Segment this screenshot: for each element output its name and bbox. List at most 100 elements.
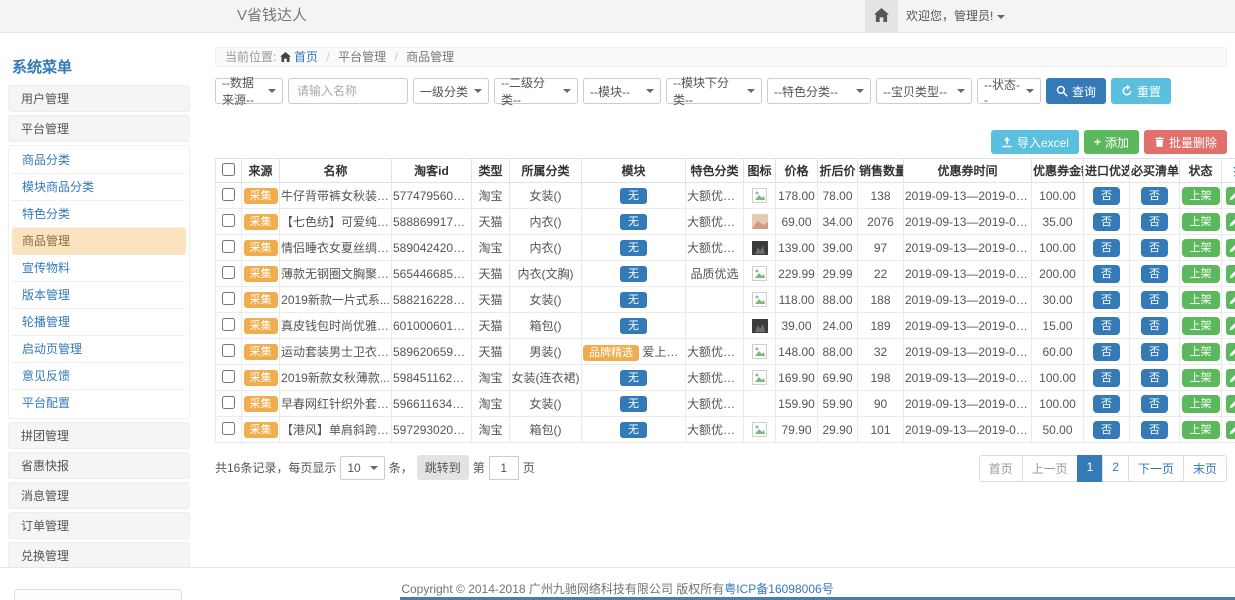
- status-toggle[interactable]: 上架: [1182, 187, 1220, 205]
- must-buy-toggle[interactable]: 否: [1141, 369, 1168, 387]
- status-toggle[interactable]: 上架: [1182, 395, 1220, 413]
- row-checkbox[interactable]: [222, 188, 235, 201]
- sidebar-item-平台管理[interactable]: 平台管理: [8, 115, 190, 142]
- sidebar-item-意见反馈[interactable]: 意见反馈: [12, 363, 186, 390]
- sidebar-item-平台配置[interactable]: 平台配置: [12, 390, 186, 417]
- home-shortcut-button[interactable]: [865, 0, 898, 32]
- page-button-末页[interactable]: 末页: [1183, 455, 1227, 482]
- must-buy-toggle[interactable]: 否: [1141, 239, 1168, 257]
- status-toggle[interactable]: 上架: [1182, 343, 1220, 361]
- row-checkbox[interactable]: [222, 344, 235, 357]
- edit-button[interactable]: [1226, 265, 1235, 283]
- must-buy-toggle[interactable]: 否: [1141, 395, 1168, 413]
- status-select[interactable]: --状态--: [977, 78, 1041, 104]
- level2-category-select[interactable]: --二级分类--: [494, 78, 578, 104]
- sidebar-item-特色分类[interactable]: 特色分类: [12, 201, 186, 228]
- column-header-优惠券金额: 优惠券金额: [1032, 159, 1084, 183]
- item-type-select[interactable]: --宝贝类型--: [876, 78, 972, 104]
- table-row: 采集真皮钱包时尚优雅女士...601000601341天猫箱包()无39.002…: [216, 313, 1235, 339]
- sidebar-item-省惠快报[interactable]: 省惠快报: [8, 452, 190, 479]
- sidebar-item-用户管理[interactable]: 用户管理: [8, 85, 190, 112]
- must-buy-toggle[interactable]: 否: [1141, 317, 1168, 335]
- breadcrumb-home-link[interactable]: 首页: [280, 50, 322, 64]
- page-button-下一页[interactable]: 下一页: [1128, 455, 1184, 482]
- module-select[interactable]: --模块--: [583, 78, 661, 104]
- feature-category-select[interactable]: --特色分类--: [767, 78, 871, 104]
- page-button-2[interactable]: 2: [1102, 455, 1129, 482]
- sidebar-item-订单管理[interactable]: 订单管理: [8, 512, 190, 539]
- sidebar-item-兑换管理[interactable]: 兑换管理: [8, 542, 190, 567]
- import-select-toggle[interactable]: 否: [1093, 369, 1120, 387]
- sidebar-item-拼团管理[interactable]: 拼团管理: [8, 422, 190, 449]
- must-buy-toggle[interactable]: 否: [1141, 187, 1168, 205]
- status-toggle[interactable]: 上架: [1182, 239, 1220, 257]
- jump-to-button[interactable]: 跳转到: [417, 455, 469, 480]
- edit-button[interactable]: [1226, 343, 1235, 361]
- name-search-input[interactable]: [288, 78, 408, 104]
- row-checkbox[interactable]: [222, 318, 235, 331]
- reset-button[interactable]: 重置: [1111, 78, 1171, 104]
- import-select-toggle[interactable]: 否: [1093, 421, 1120, 439]
- import-select-toggle[interactable]: 否: [1093, 317, 1120, 335]
- sidebar-item-消息管理[interactable]: 消息管理: [8, 482, 190, 509]
- must-buy-toggle[interactable]: 否: [1141, 343, 1168, 361]
- must-buy-toggle[interactable]: 否: [1141, 213, 1168, 231]
- edit-button[interactable]: [1226, 395, 1235, 413]
- page-button-1[interactable]: 1: [1077, 455, 1104, 482]
- edit-button[interactable]: [1226, 187, 1235, 205]
- sidebar-item-轮播管理[interactable]: 轮播管理: [12, 309, 186, 336]
- page-number-input[interactable]: [489, 456, 519, 480]
- row-checkbox[interactable]: [222, 396, 235, 409]
- status-toggle[interactable]: 上架: [1182, 421, 1220, 439]
- row-checkbox[interactable]: [222, 422, 235, 435]
- must-buy-toggle[interactable]: 否: [1141, 265, 1168, 283]
- import-select-toggle[interactable]: 否: [1093, 291, 1120, 309]
- import-excel-button[interactable]: 导入excel: [991, 130, 1079, 154]
- import-select-toggle[interactable]: 否: [1093, 343, 1120, 361]
- sidebar-item-商品分类[interactable]: 商品分类: [12, 147, 186, 174]
- status-toggle[interactable]: 上架: [1182, 213, 1220, 231]
- add-button[interactable]: + 添加: [1084, 130, 1139, 154]
- import-select-toggle[interactable]: 否: [1093, 213, 1120, 231]
- sidebar-item-版本管理[interactable]: 版本管理: [12, 282, 186, 309]
- edit-button[interactable]: [1226, 317, 1235, 335]
- edit-button[interactable]: [1226, 369, 1235, 387]
- import-select-toggle[interactable]: 否: [1093, 395, 1120, 413]
- select-all-checkbox[interactable]: [222, 163, 235, 176]
- edit-button[interactable]: [1226, 239, 1235, 257]
- product-name: 真皮钱包时尚优雅女士...: [280, 313, 392, 339]
- page-button-上一页[interactable]: 上一页: [1022, 455, 1078, 482]
- module-subcategory-select[interactable]: --模块下分类--: [666, 78, 762, 104]
- must-buy-toggle[interactable]: 否: [1141, 291, 1168, 309]
- discount-price: 34.00: [818, 209, 858, 235]
- row-checkbox[interactable]: [222, 240, 235, 253]
- icp-link[interactable]: 粤ICP备16098006号: [724, 582, 833, 596]
- user-menu[interactable]: 欢迎您，管理员!: [906, 0, 1005, 32]
- import-select-toggle[interactable]: 否: [1093, 187, 1120, 205]
- sidebar-item-商品管理[interactable]: 商品管理: [12, 228, 186, 255]
- status-toggle[interactable]: 上架: [1182, 291, 1220, 309]
- sidebar-item-模块商品分类[interactable]: 模块商品分类: [12, 174, 186, 201]
- sidebar-item-启动页管理[interactable]: 启动页管理: [12, 336, 186, 363]
- edit-button[interactable]: [1226, 421, 1235, 439]
- row-checkbox[interactable]: [222, 266, 235, 279]
- level1-category-select[interactable]: 一级分类: [413, 78, 489, 104]
- row-checkbox[interactable]: [222, 370, 235, 383]
- per-page-select[interactable]: 10: [340, 456, 384, 480]
- status-toggle[interactable]: 上架: [1182, 317, 1220, 335]
- sidebar-item-宣传物料[interactable]: 宣传物料: [12, 255, 186, 282]
- must-buy-toggle[interactable]: 否: [1141, 421, 1168, 439]
- import-select-toggle[interactable]: 否: [1093, 265, 1120, 283]
- import-select-toggle[interactable]: 否: [1093, 239, 1120, 257]
- row-checkbox[interactable]: [222, 214, 235, 227]
- row-checkbox[interactable]: [222, 292, 235, 305]
- module-badge: 无: [620, 422, 647, 438]
- data-source-select[interactable]: --数据来源--: [215, 78, 283, 104]
- edit-button[interactable]: [1226, 213, 1235, 231]
- page-button-首页[interactable]: 首页: [979, 455, 1023, 482]
- status-toggle[interactable]: 上架: [1182, 369, 1220, 387]
- status-toggle[interactable]: 上架: [1182, 265, 1220, 283]
- edit-button[interactable]: [1226, 291, 1235, 309]
- batch-delete-button[interactable]: 批量删除: [1144, 130, 1227, 154]
- search-button[interactable]: 查询: [1046, 78, 1106, 104]
